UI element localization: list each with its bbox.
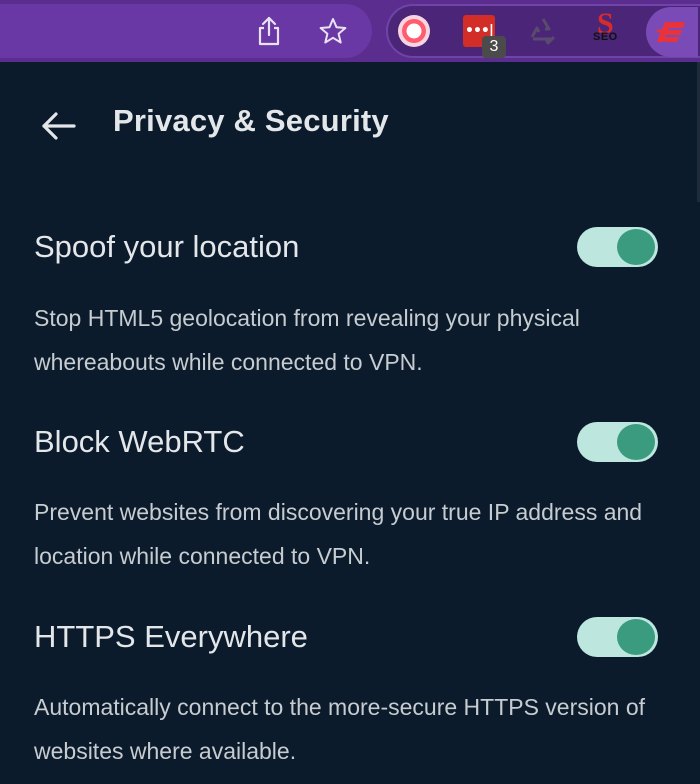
recycle-extension-icon[interactable]: [525, 13, 561, 49]
setting-title: Spoof your location: [34, 229, 300, 264]
seo-extension-icon[interactable]: S SEO: [589, 7, 625, 49]
record-extension-icon[interactable]: [396, 13, 432, 49]
https-everywhere-toggle[interactable]: [577, 617, 658, 657]
setting-description: Prevent websites from discovering your t…: [34, 499, 643, 569]
lastpass-badge: 3: [482, 36, 506, 58]
toggle-knob: [617, 619, 655, 655]
spoof-location-toggle[interactable]: [577, 227, 658, 267]
block-webrtc-toggle[interactable]: [577, 422, 658, 462]
setting-title: HTTPS Everywhere: [34, 619, 308, 654]
setting-description: Automatically connect to the more-secure…: [34, 694, 646, 764]
toggle-knob: [617, 229, 655, 265]
share-icon[interactable]: [246, 8, 292, 54]
expressvpn-extension-icon[interactable]: [646, 7, 698, 57]
back-arrow-icon[interactable]: [36, 104, 80, 148]
toggle-knob: [617, 424, 655, 460]
bookmark-star-icon[interactable]: [310, 8, 356, 54]
setting-title: Block WebRTC: [34, 424, 245, 459]
seo-logo-text: SEO: [593, 31, 618, 43]
setting-description: Stop HTML5 geolocation from revealing yo…: [34, 305, 580, 375]
page-title: Privacy & Security: [113, 103, 389, 138]
